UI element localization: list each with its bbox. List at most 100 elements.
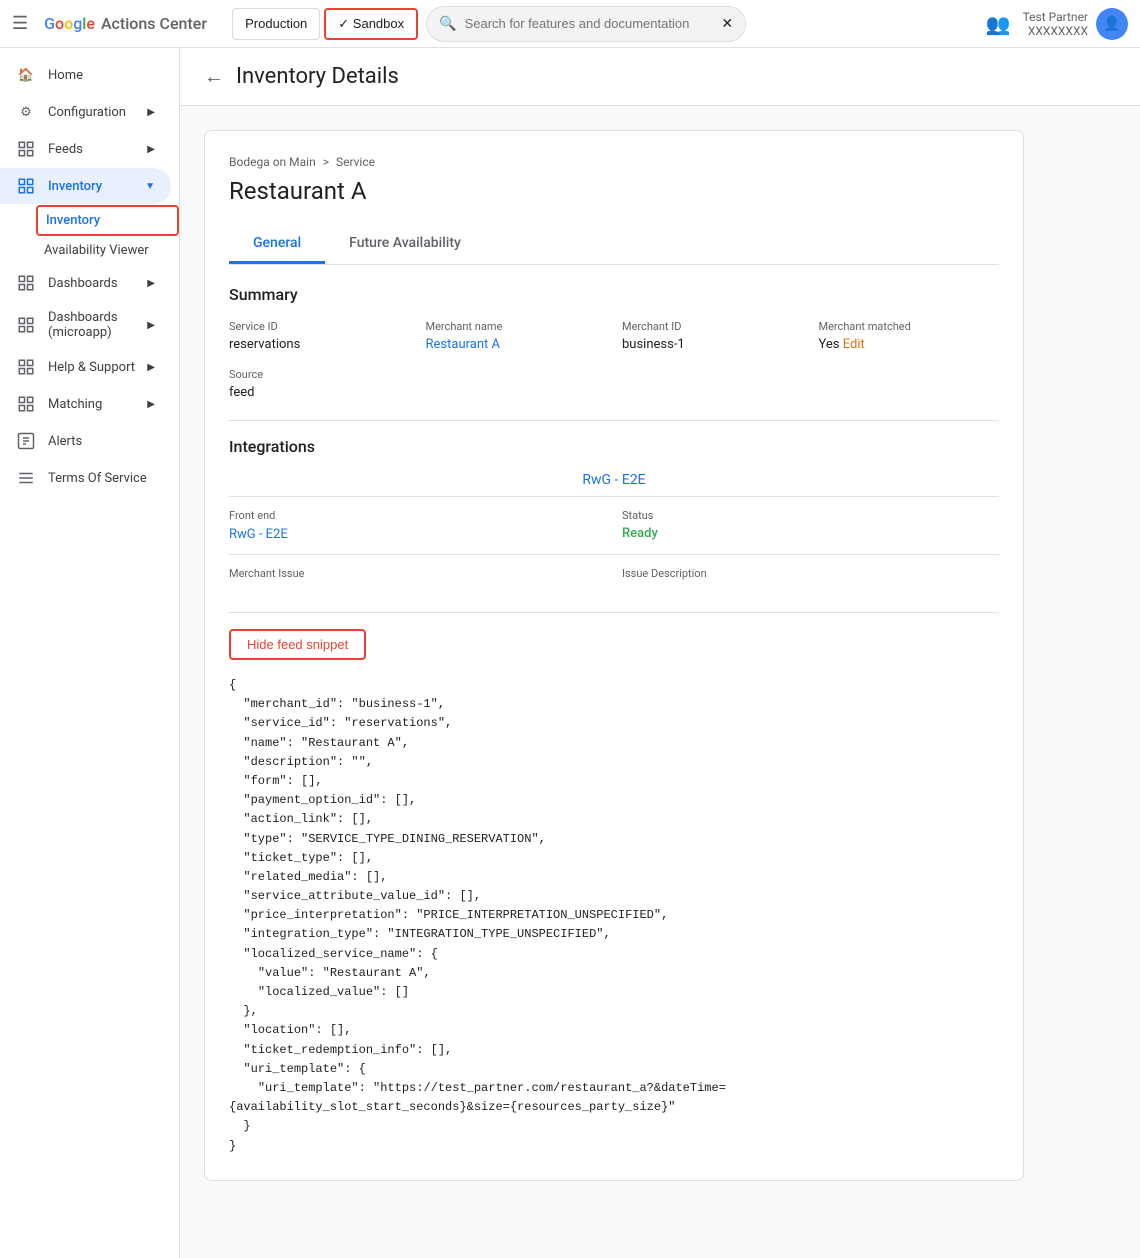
- front-end-link[interactable]: RwG - E2E: [229, 527, 288, 542]
- sidebar-item-configuration[interactable]: ⚙ Configuration ▶: [0, 94, 171, 130]
- chevron-right-icon: ▶: [147, 144, 155, 155]
- chevron-down-icon: ▼: [145, 181, 155, 192]
- avatar[interactable]: 👤: [1096, 8, 1128, 40]
- gear-icon: ⚙: [16, 102, 36, 122]
- top-nav: ☰ Google Actions Center Production ✓ San…: [0, 0, 1140, 48]
- merchant-matched-field: Merchant matched Yes Edit: [819, 320, 1000, 352]
- sidebar-item-label: Matching: [48, 397, 102, 412]
- merchant-matched-yes: Yes: [819, 337, 840, 352]
- issue-description-label: Issue Description: [622, 567, 999, 580]
- merchant-issue-label: Merchant Issue: [229, 567, 606, 580]
- tab-general[interactable]: General: [229, 225, 325, 264]
- merchant-name-field: Merchant name Restaurant A: [426, 320, 607, 352]
- sidebar-item-dashboards-microapp[interactable]: Dashboards (microapp) ▶: [0, 302, 171, 348]
- user-id: XXXXXXXX: [1023, 24, 1088, 38]
- help-icon: [16, 357, 36, 377]
- hide-feed-snippet-button[interactable]: Hide feed snippet: [229, 629, 366, 660]
- summary-grid: Service ID reservations Merchant name Re…: [229, 320, 999, 352]
- divider-1: [229, 420, 999, 421]
- sidebar-item-terms[interactable]: Terms Of Service: [0, 460, 171, 496]
- integration-row: Front end RwG - E2E Status Ready: [229, 497, 999, 554]
- search-bar: 🔍 ✕: [426, 6, 746, 42]
- sidebar-item-feeds[interactable]: Feeds ▶: [0, 131, 171, 167]
- status-field: Status Ready: [622, 509, 999, 542]
- chevron-right-icon: ▶: [147, 278, 155, 289]
- sidebar-sub-item-availability-viewer[interactable]: Availability Viewer: [36, 237, 179, 264]
- search-input[interactable]: [465, 16, 714, 31]
- sidebar-item-matching[interactable]: Matching ▶: [0, 386, 171, 422]
- sidebar-item-label: Dashboards (microapp): [48, 310, 135, 340]
- sidebar-item-dashboards[interactable]: Dashboards ▶: [0, 265, 171, 301]
- breadcrumb-child: Service: [336, 155, 375, 169]
- sidebar-item-label: Configuration: [48, 105, 126, 120]
- user-name: Test Partner: [1023, 10, 1088, 24]
- matching-icon: [16, 394, 36, 414]
- sidebar-item-label: Home: [48, 68, 83, 83]
- page-title: Inventory Details: [236, 64, 399, 89]
- home-icon: 🏠: [16, 65, 36, 85]
- status-label: Status: [622, 509, 999, 522]
- merchant-issue-field: Merchant Issue: [229, 567, 606, 584]
- chevron-right-icon: ▶: [147, 362, 155, 373]
- feed-snippet-json: { "merchant_id": "business-1", "service_…: [229, 676, 999, 1156]
- sidebar-sub-item-label: Availability Viewer: [44, 243, 149, 258]
- service-id-field: Service ID reservations: [229, 320, 410, 352]
- sidebar-item-label: Terms Of Service: [48, 471, 147, 486]
- source-value: feed: [229, 385, 999, 400]
- google-wordmark: Google: [44, 14, 95, 33]
- restaurant-name: Restaurant A: [229, 177, 999, 205]
- sidebar-item-help-support[interactable]: Help & Support ▶: [0, 349, 171, 385]
- back-button[interactable]: ←: [204, 64, 224, 89]
- chevron-right-icon: ▶: [147, 399, 155, 410]
- dashboards-microapp-icon: [16, 315, 36, 335]
- main-content: ← Inventory Details Bodega on Main > Ser…: [180, 48, 1140, 1258]
- production-button[interactable]: Production: [232, 8, 320, 40]
- merchant-matched-label: Merchant matched: [819, 320, 1000, 333]
- merchant-id-label: Merchant ID: [622, 320, 803, 333]
- sidebar-item-home[interactable]: 🏠 Home: [0, 57, 171, 93]
- source-field: Source feed: [229, 368, 999, 400]
- tab-future-availability[interactable]: Future Availability: [325, 225, 485, 264]
- terms-icon: [16, 468, 36, 488]
- edit-link[interactable]: Edit: [843, 337, 865, 352]
- app-logo: Google Actions Center: [44, 14, 224, 33]
- menu-icon[interactable]: ☰: [12, 13, 28, 34]
- breadcrumb-separator: >: [323, 155, 329, 169]
- dashboards-icon: [16, 273, 36, 293]
- merchant-name-link[interactable]: Restaurant A: [426, 337, 500, 352]
- inventory-icon: [16, 176, 36, 196]
- sidebar-item-label: Feeds: [48, 142, 83, 157]
- clear-search-icon[interactable]: ✕: [721, 16, 733, 32]
- sidebar-item-inventory[interactable]: Inventory ▼: [0, 168, 171, 204]
- merchant-id-value: business-1: [622, 337, 803, 352]
- feeds-icon: [16, 139, 36, 159]
- inventory-sub-items: Inventory Availability Viewer: [36, 205, 179, 264]
- merchant-name-value: Restaurant A: [426, 337, 607, 352]
- front-end-label: Front end: [229, 509, 606, 522]
- chevron-right-icon: ▶: [147, 320, 155, 331]
- search-icon: 🔍: [439, 16, 456, 32]
- sidebar-item-label: Help & Support: [48, 360, 135, 375]
- issue-description-field: Issue Description: [622, 567, 999, 584]
- sandbox-button[interactable]: ✓ Sandbox: [324, 8, 418, 40]
- sidebar-sub-item-inventory[interactable]: Inventory: [36, 205, 179, 236]
- page-header: ← Inventory Details: [180, 48, 1140, 106]
- merchant-id-field: Merchant ID business-1: [622, 320, 803, 352]
- sidebar: 🏠 Home ⚙ Configuration ▶ Feeds ▶ Invento…: [0, 48, 180, 1258]
- breadcrumb-parent[interactable]: Bodega on Main: [229, 155, 316, 169]
- front-end-field: Front end RwG - E2E: [229, 509, 606, 542]
- topnav-right: 👥 Test Partner XXXXXXXX 👤: [986, 8, 1128, 40]
- accounts-icon[interactable]: 👥: [986, 12, 1011, 36]
- sidebar-sub-item-label: Inventory: [46, 213, 100, 228]
- tabs: General Future Availability: [229, 225, 999, 265]
- rwg-e2e-link[interactable]: RwG - E2E: [229, 472, 999, 488]
- alerts-icon: [16, 431, 36, 451]
- sidebar-item-label: Dashboards: [48, 276, 118, 291]
- merchant-name-label: Merchant name: [426, 320, 607, 333]
- user-profile[interactable]: Test Partner XXXXXXXX 👤: [1023, 8, 1128, 40]
- status-value: Ready: [622, 526, 999, 541]
- breadcrumb: Bodega on Main > Service: [229, 155, 999, 169]
- sidebar-item-alerts[interactable]: Alerts: [0, 423, 171, 459]
- merchant-matched-value: Yes Edit: [819, 337, 1000, 352]
- divider-2: [229, 612, 999, 613]
